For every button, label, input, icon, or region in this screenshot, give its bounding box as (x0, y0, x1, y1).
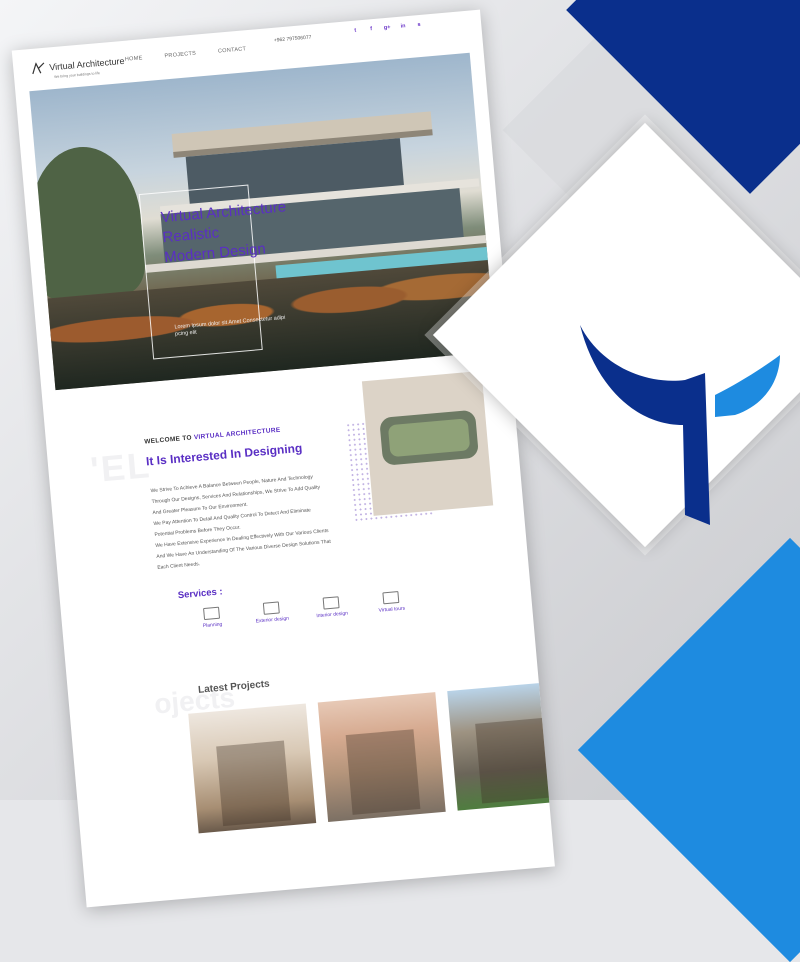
welcome-prefix: WELCOME TO (144, 434, 193, 446)
site-plan-image (361, 370, 494, 516)
ghost-watermark-text: 'EL (88, 444, 153, 491)
website-mockup: Virtual Architecture We bring your build… (11, 9, 555, 908)
service-label: Interior design (316, 610, 349, 620)
project-card[interactable] (447, 680, 555, 811)
nav-home[interactable]: HOME (125, 55, 143, 63)
hero-title: Virtual Architecture Realistic Modern De… (160, 197, 290, 268)
skype-icon[interactable]: s (415, 21, 424, 30)
exterior-design-icon (262, 601, 280, 615)
section-heading: It Is Interested In Designing (145, 440, 303, 469)
phone-number[interactable]: +962 797506077 (274, 34, 312, 43)
winged-t-logo-icon (580, 325, 780, 525)
nav-contact[interactable]: CONTACT (218, 46, 247, 54)
twitter-icon[interactable]: t (351, 26, 360, 35)
site-name: Virtual Architecture (48, 55, 125, 73)
service-label: Planning (202, 621, 223, 630)
google-plus-icon[interactable]: g+ (383, 24, 392, 33)
hero-banner: Virtual Architecture Realistic Modern De… (29, 52, 496, 391)
facebook-icon[interactable]: f (367, 25, 376, 34)
services-label: Services : (177, 586, 224, 602)
project-image-detail (216, 740, 291, 827)
service-planning[interactable]: Planning (189, 605, 235, 630)
linkedin-icon[interactable]: in (399, 22, 408, 31)
project-card[interactable] (188, 703, 317, 834)
project-image-detail (475, 717, 550, 804)
about-body: We Strive To Achieve A Balance Between P… (150, 468, 362, 574)
service-interior-design[interactable]: Interior design (309, 595, 355, 620)
planning-icon (203, 606, 221, 621)
nav-projects[interactable]: PROJECTS (164, 51, 196, 60)
welcome-line: WELCOME TO VIRTUAL ARCHITECTURE (144, 427, 281, 446)
social-links: t f g+ in s (351, 21, 423, 35)
service-virtual-tours[interactable]: Virtual tours (368, 590, 414, 615)
va-monogram-icon (32, 61, 45, 75)
hero-tree (29, 142, 148, 302)
service-exterior-design[interactable]: Exterior design (249, 600, 295, 625)
service-label: Virtual tours (378, 605, 406, 614)
project-card[interactable] (317, 692, 446, 823)
nav-links: HOME PROJECTS CONTACT (125, 46, 247, 63)
welcome-highlight: VIRTUAL ARCHITECTURE (193, 426, 281, 442)
interior-design-icon (322, 596, 340, 610)
project-image-detail (345, 729, 421, 815)
virtual-tours-icon (382, 591, 400, 605)
service-label: Exterior design (255, 615, 290, 625)
